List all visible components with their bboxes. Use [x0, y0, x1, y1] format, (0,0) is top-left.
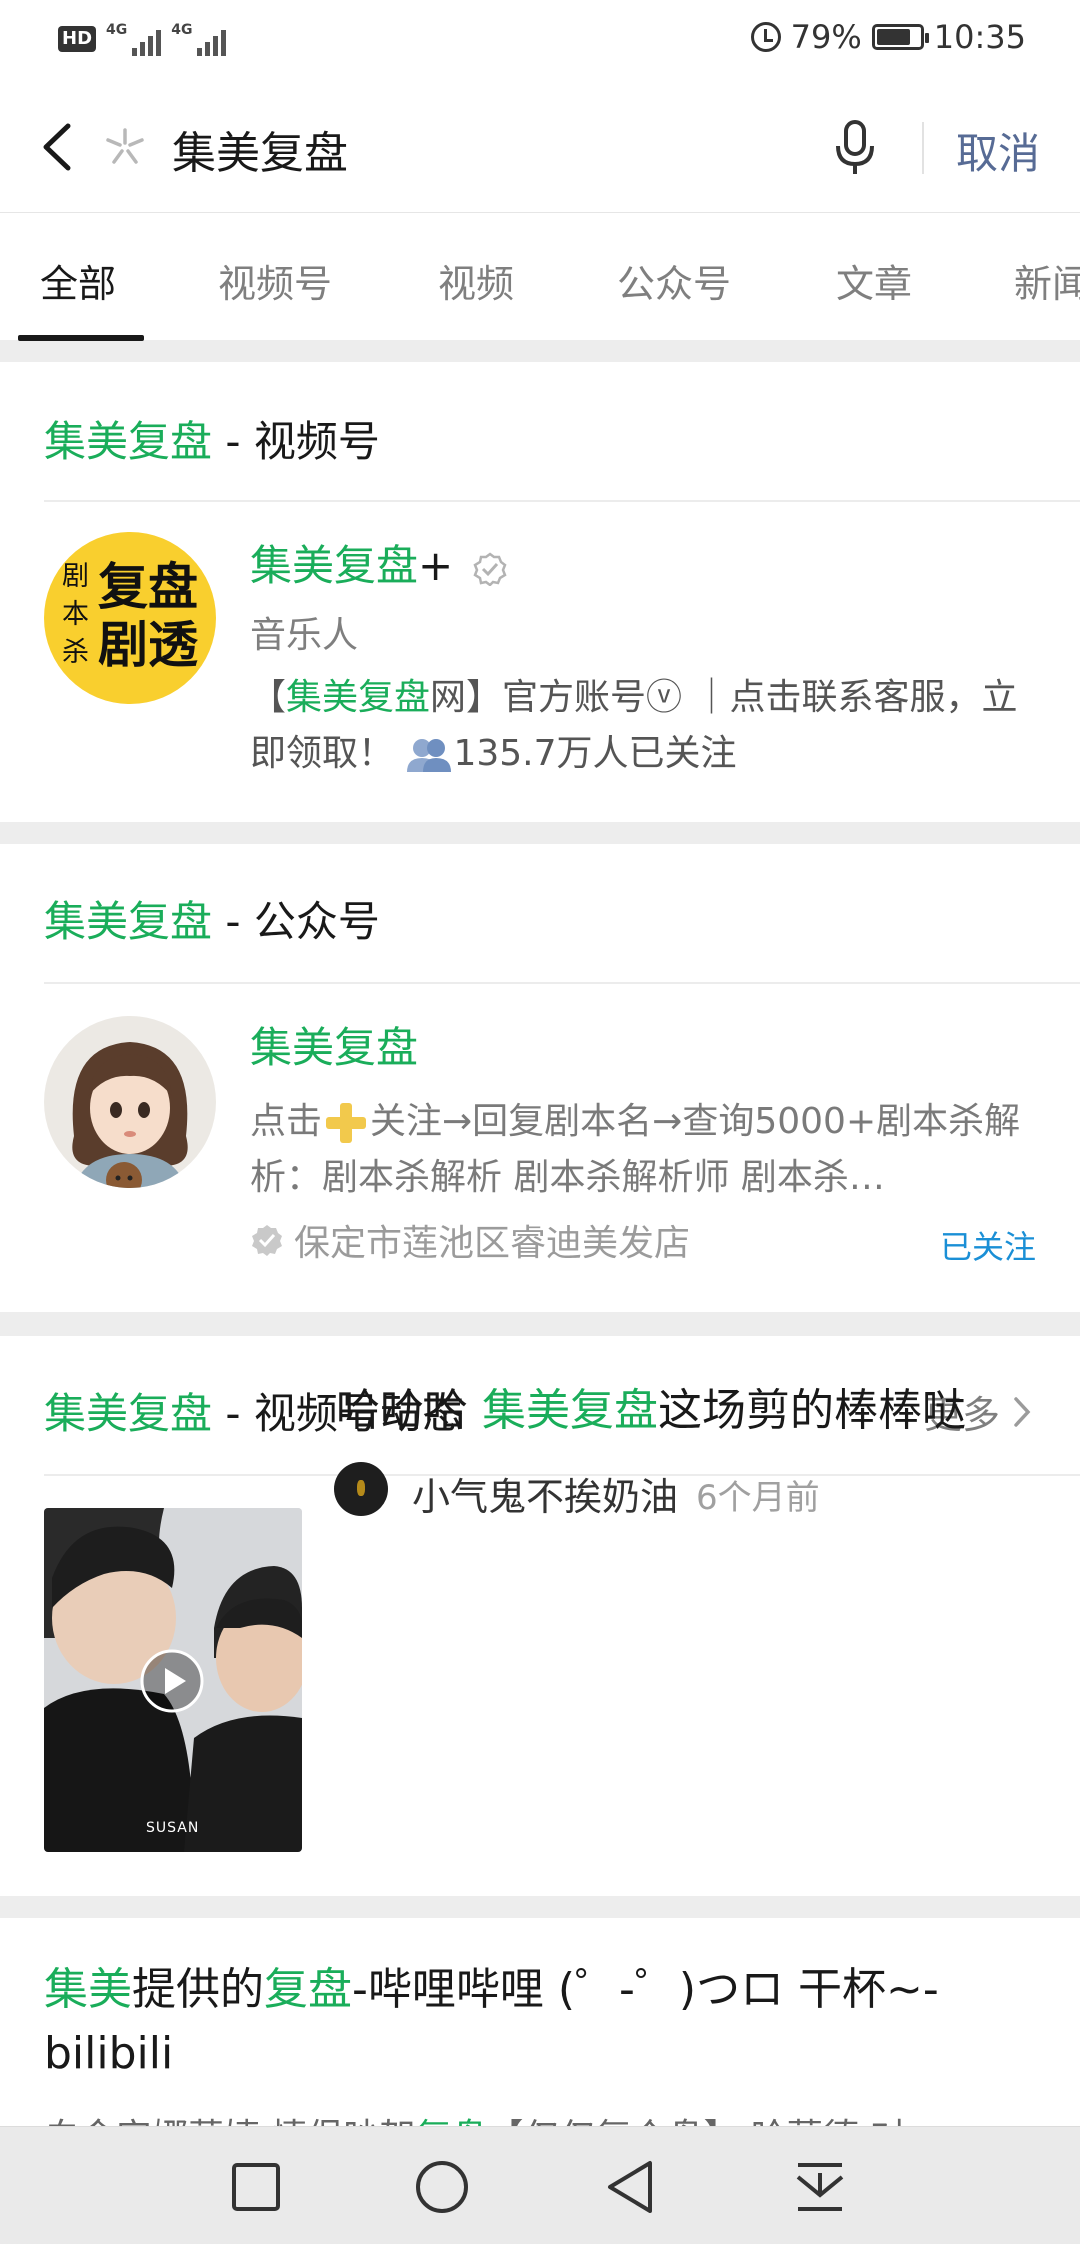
account-description: 【集美复盘网】官方账号ⓥ ｜点击联系客服，立即领取！ 135.7万人已关注 — [250, 677, 1018, 774]
status-right: 79% 10:35 — [750, 18, 1026, 56]
tab-all[interactable]: 全部 — [40, 253, 116, 308]
microphone-icon[interactable] — [832, 118, 878, 178]
alarm-icon — [750, 22, 781, 52]
web-result[interactable]: 集美提供的复盘-哔哩哔哩 (゜-゜)つロ 干杯~-bilibili 白金安娜墓婕… — [0, 1918, 1080, 2126]
author-name: 小气鬼不挨奶油 — [412, 1475, 679, 1519]
verified-badge-icon — [252, 1225, 282, 1256]
avatar — [44, 1016, 216, 1188]
result-snippet: 白金安娜墓婕 情侣吵架复盘【仅仅复个盘】 哈蒙德·对 — [44, 2108, 1044, 2126]
back-nav-icon[interactable] — [602, 2157, 662, 2217]
follow-status-button[interactable]: 已关注 — [940, 1222, 1036, 1268]
search-bar: 集美复盘 取消 — [0, 82, 1080, 212]
search-spark-icon — [106, 128, 144, 164]
clock: 10:35 — [933, 18, 1026, 56]
followers-icon — [407, 739, 452, 772]
search-divider — [922, 122, 924, 174]
post-time: 6个月前 — [696, 1478, 820, 1518]
system-navigation-bar — [0, 2126, 1080, 2244]
home-icon[interactable] — [412, 2157, 472, 2217]
channels-section: 集美复盘 - 视频号 剧 本 杀 复盘 剧透 集美复盘+ 音乐人 【集美复盘网】… — [0, 362, 1080, 822]
notification-pulldown-icon[interactable] — [790, 2157, 850, 2217]
result-title: 集美提供的复盘-哔哩哔哩 (゜-゜)つロ 干杯~-bilibili — [44, 1964, 939, 2079]
channel-moments-section: 集美复盘 - 视频号动态 更多 SUSAN 哈哈哈 集美复盘这场剪的棒棒哒 小气… — [0, 1336, 1080, 1896]
section-title: 集美复盘 - 公众号 — [44, 897, 380, 946]
active-tab-indicator — [18, 335, 144, 341]
video-thumbnail[interactable]: SUSAN — [44, 1508, 302, 1852]
account-role: 音乐人 — [250, 615, 359, 656]
hd-badge: HD — [58, 26, 97, 52]
verified-badge-icon — [473, 551, 507, 586]
account-description: 点击 关注→回复剧本名→查询5000+剧本杀解析：剧本杀解析 剧本杀解析师 剧本… — [250, 1101, 1021, 1198]
battery-percent: 79% — [790, 18, 862, 56]
signal-icon-2: 4G — [171, 22, 227, 56]
account-name: 集美复盘+ — [250, 532, 507, 593]
play-icon — [140, 1649, 204, 1713]
official-account-section: 集美复盘 - 公众号 集美复盘 点击 关注→回复剧本名→查询5000+剧本杀解析… — [0, 844, 1080, 1312]
search-input[interactable]: 集美复盘 — [172, 117, 348, 181]
avatar: 剧 本 杀 复盘 剧透 — [44, 532, 216, 704]
signal-icon: 4G — [106, 22, 162, 56]
tab-articles[interactable]: 文章 — [836, 253, 912, 308]
tab-channels[interactable]: 视频号 — [218, 253, 332, 308]
plus-emoji-icon — [326, 1103, 367, 1143]
tab-official-accounts[interactable]: 公众号 — [617, 253, 731, 308]
video-watermark: SUSAN — [146, 1820, 200, 1836]
account-name: 集美复盘 — [250, 1023, 419, 1072]
chevron-right-icon — [1014, 1396, 1031, 1427]
recent-apps-icon[interactable] — [226, 2157, 286, 2217]
status-bar: HD 4G 4G 79% 10:35 — [0, 0, 1080, 82]
back-icon[interactable] — [36, 120, 82, 174]
video-title: 哈哈哈 集美复盘这场剪的棒棒哒 — [336, 1385, 966, 1436]
filter-tabs: 全部 视频号 视频 公众号 文章 新闻 — [0, 212, 1080, 341]
status-left: HD 4G 4G — [58, 22, 227, 56]
section-title: 集美复盘 - 视频号 — [44, 417, 380, 466]
tab-news[interactable]: 新闻 — [1014, 253, 1080, 308]
cancel-button[interactable]: 取消 — [956, 120, 1040, 181]
section-divider — [44, 500, 1080, 502]
battery-icon — [871, 24, 929, 50]
author-avatar — [334, 1462, 388, 1516]
account-owner: 保定市莲池区睿迪美发店 — [250, 1214, 690, 1266]
tab-video[interactable]: 视频 — [438, 253, 514, 308]
section-divider — [44, 982, 1080, 984]
